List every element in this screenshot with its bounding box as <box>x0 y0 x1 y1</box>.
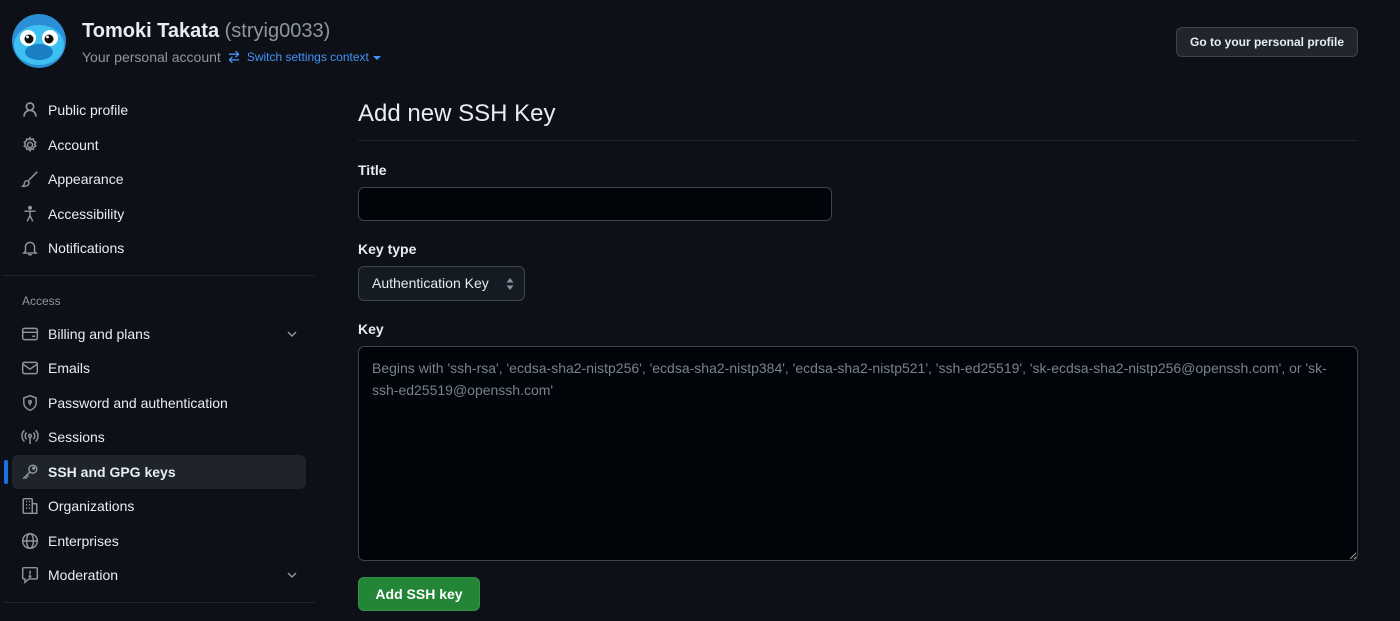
sidebar-item-label: Password and authentication <box>48 394 228 411</box>
switch-context-link[interactable]: Switch settings context <box>247 47 381 67</box>
avatar[interactable] <box>12 14 66 68</box>
bell-icon <box>21 239 39 257</box>
sidebar-item-label: Public profile <box>48 102 129 119</box>
mail-icon <box>21 359 39 377</box>
key-type-value: Authentication Key <box>372 275 489 291</box>
settings-sidebar: Public profile Account Appearance Access… <box>0 93 318 612</box>
user-handle: (stryig0033) <box>224 20 331 42</box>
sidebar-item-public-profile[interactable]: Public profile <box>0 93 318 128</box>
arrow-switch-icon <box>227 50 241 64</box>
account-label: Your personal account <box>82 49 221 65</box>
sidebar-item-accessibility[interactable]: Accessibility <box>0 197 318 232</box>
sidebar-section-title-access: Access <box>22 293 61 308</box>
sidebar-divider <box>4 274 315 276</box>
sidebar-item-appearance[interactable]: Appearance <box>0 162 318 197</box>
switch-context-label: Switch settings context <box>246 50 369 64</box>
add-ssh-key-form: Add new SSH Key Title Key type Authentic… <box>358 96 1358 611</box>
sidebar-item-label: Moderation <box>48 567 119 584</box>
sidebar-item-label: Organizations <box>48 498 135 515</box>
sidebar-item-label: Accessibility <box>48 205 125 222</box>
sidebar-item-sessions[interactable]: Sessions <box>0 420 318 455</box>
sidebar-item-emails[interactable]: Emails <box>0 351 318 386</box>
sidebar-item-label: Sessions <box>48 429 105 446</box>
select-arrows-icon <box>505 277 515 291</box>
accessibility-icon <box>21 205 39 223</box>
sidebar-item-organizations[interactable]: Organizations <box>0 489 318 524</box>
title-divider <box>358 140 1358 141</box>
user-name-line: Tomoki Takata (stryig0033) <box>82 18 381 44</box>
person-icon <box>21 101 39 119</box>
sidebar-divider <box>4 601 315 603</box>
sidebar-item-billing[interactable]: Billing and plans <box>0 317 318 352</box>
sidebar-item-label: Appearance <box>48 171 124 188</box>
key-textarea[interactable] <box>358 346 1358 561</box>
settings-page: Tomoki Takata (stryig0033) Your personal… <box>0 0 1400 621</box>
broadcast-icon <box>21 428 39 446</box>
gear-icon <box>21 135 39 154</box>
sidebar-item-label: Notifications <box>48 240 125 257</box>
key-icon <box>21 463 39 481</box>
chevron-down-icon[interactable] <box>286 328 298 340</box>
paintbrush-icon <box>21 170 39 188</box>
settings-header: Tomoki Takata (stryig0033) Your personal… <box>12 14 1358 70</box>
add-ssh-key-button[interactable]: Add SSH key <box>358 577 480 611</box>
account-context: Your personal account Switch settings co… <box>82 47 381 67</box>
page-title: Add new SSH Key <box>358 100 556 127</box>
user-name[interactable]: Tomoki Takata <box>82 20 219 42</box>
title-input[interactable] <box>358 187 832 221</box>
sidebar-item-label: SSH and GPG keys <box>48 463 176 480</box>
sidebar-item-notifications[interactable]: Notifications <box>0 231 318 266</box>
go-to-profile-button[interactable]: Go to your personal profile <box>1175 27 1358 57</box>
chevron-down-icon <box>372 55 381 60</box>
sidebar-item-label: Enterprises <box>48 532 119 549</box>
sidebar-item-label: Billing and plans <box>48 325 150 342</box>
organization-icon <box>21 497 39 515</box>
key-type-label: Key type <box>358 241 417 257</box>
chevron-down-icon[interactable] <box>286 569 298 581</box>
key-type-select[interactable]: Authentication Key <box>358 266 525 301</box>
sidebar-item-moderation[interactable]: Moderation <box>0 558 318 593</box>
sidebar-item-label: Account <box>48 136 99 153</box>
sidebar-item-account[interactable]: Account <box>0 128 318 163</box>
credit-card-icon <box>21 325 39 343</box>
shield-lock-icon <box>21 394 39 412</box>
sidebar-item-label: Emails <box>48 360 91 377</box>
sidebar-item-enterprises[interactable]: Enterprises <box>0 524 318 559</box>
title-field-label: Title <box>358 162 387 178</box>
key-field-label: Key <box>358 321 384 337</box>
report-icon <box>21 566 39 585</box>
user-identity: Tomoki Takata (stryig0033) Your personal… <box>82 18 381 67</box>
globe-icon <box>21 532 39 550</box>
sidebar-item-password[interactable]: Password and authentication <box>0 386 318 421</box>
sidebar-item-ssh-gpg-keys[interactable]: SSH and GPG keys <box>4 454 306 489</box>
